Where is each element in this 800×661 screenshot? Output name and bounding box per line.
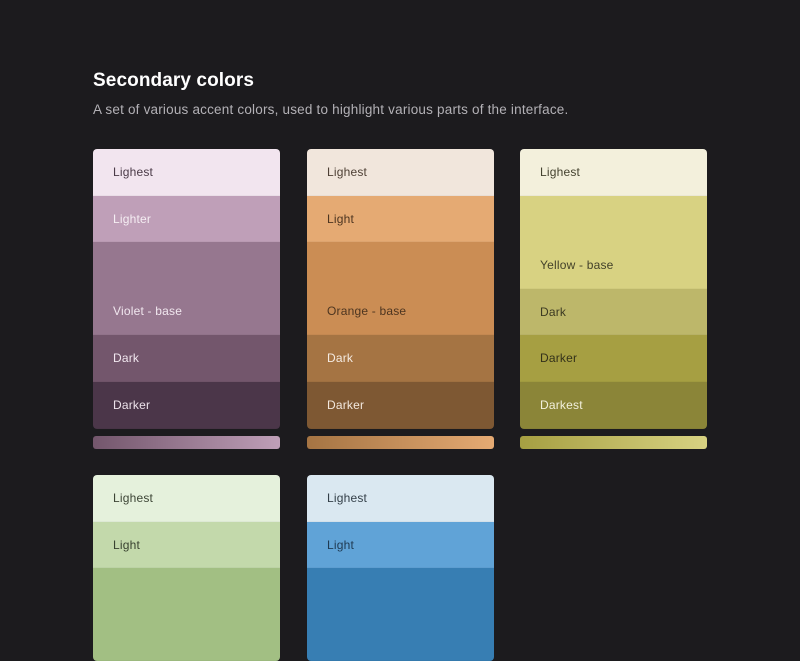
color-swatch[interactable]: Dark [307,335,494,382]
swatch-label: Lighest [540,165,581,179]
swatch-label: Lighest [327,491,368,505]
palette-violet: Lighest Lighter Violet - base Dark Darker [93,149,280,449]
color-swatch[interactable]: Darker [93,381,280,429]
color-swatch[interactable]: Lighest [307,149,494,196]
swatch-label: Darker [113,397,151,412]
swatch-label: Orange - base [327,304,407,319]
color-swatch[interactable] [93,568,280,661]
color-swatch[interactable]: Lighest [307,475,494,522]
color-swatch[interactable]: Darker [520,335,707,382]
color-swatch[interactable]: Light [307,521,494,569]
page-subtitle: A set of various accent colors, used to … [93,102,569,117]
swatch-label: Darker [327,397,365,412]
swatch-label: Lighest [113,491,154,505]
color-swatch[interactable]: Light [93,521,280,569]
color-swatch[interactable]: Lighter [93,195,280,243]
swatch-label: Light [327,211,355,226]
swatch-card: Lighest Lighter Violet - base Dark Darker [93,149,280,429]
swatch-label: Light [113,537,141,552]
palette-yellow: Lighest Yellow - base Dark Darker Darkest [520,149,707,449]
swatch-label: Lighter [113,211,152,226]
swatch-label: Dark [327,351,354,366]
color-swatch[interactable]: Light [307,195,494,243]
swatch-label: Lighest [327,165,368,179]
swatch-card: Lighest Light [93,475,280,661]
palette-orange: Lighest Light Orange - base Dark Darker [307,149,494,449]
swatch-label: Yellow - base [540,257,614,272]
swatch-label: Darkest [540,397,583,412]
color-swatch[interactable]: Darkest [520,381,707,429]
page-title: Secondary colors [93,70,255,91]
swatch-card: Lighest Light Orange - base Dark Darker [307,149,494,429]
gradient-bar [307,435,494,449]
color-swatch[interactable]: Yellow - base [520,195,707,289]
swatch-label: Lighest [113,165,154,179]
color-swatch[interactable]: Lighest [93,149,280,196]
color-swatch[interactable]: Violet - base [93,242,280,336]
gradient-bar [93,435,280,449]
swatch-label: Dark [540,304,567,319]
color-swatch[interactable]: Lighest [520,149,707,196]
color-swatch[interactable]: Dark [93,335,280,382]
color-swatch[interactable]: Lighest [93,475,280,522]
palette-green: Lighest Light [93,475,280,661]
color-swatch[interactable]: Darker [307,381,494,429]
gradient-bar [520,435,707,449]
color-swatch[interactable]: Orange - base [307,242,494,336]
color-swatch[interactable] [307,568,494,661]
palette-blue: Lighest Light [307,475,494,661]
swatch-label: Light [327,537,355,552]
color-swatch[interactable]: Dark [520,288,707,336]
swatch-card: Lighest Light [307,475,494,661]
swatch-card: Lighest Yellow - base Dark Darker Darkest [520,149,707,429]
swatch-label: Dark [113,351,140,366]
swatch-label: Darker [540,351,578,366]
swatch-label: Violet - base [113,304,183,319]
